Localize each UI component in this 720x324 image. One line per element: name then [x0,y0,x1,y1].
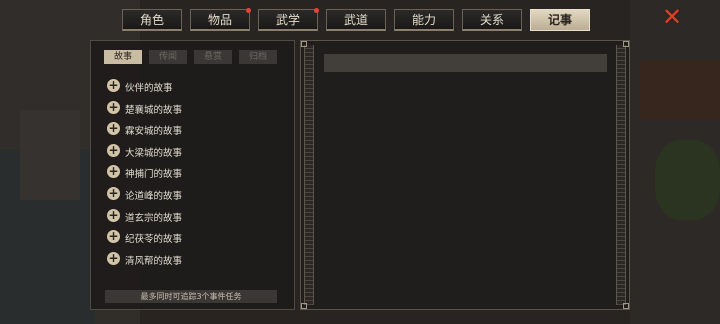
tab-label: 武道 [343,13,368,27]
story-label: 楚襄城的故事 [125,104,183,116]
story-label: 大梁城的故事 [125,147,183,159]
story-label: 伙伴的故事 [125,83,173,94]
tab-label: 角色 [139,13,164,27]
tab-martial-way[interactable]: 武道 [326,9,386,31]
plus-icon: + [107,250,120,265]
tab-role[interactable]: 角色 [122,9,182,31]
story-item[interactable]: + 清风帮的故事 [107,250,267,268]
notification-dot [314,8,319,13]
tab-label: 武学 [275,13,300,27]
plus-icon: + [107,229,120,244]
story-item[interactable]: + 神捕门的故事 [107,165,267,181]
story-item[interactable]: + 大梁城的故事 [107,142,267,160]
tab-relations[interactable]: 关系 [462,9,522,31]
subtab-bounties[interactable]: 悬赏 [194,50,232,64]
story-label: 神捕门的故事 [125,169,183,181]
frame-corner [301,303,307,309]
tab-items[interactable]: 物品 [190,8,251,31]
subtab-stories[interactable]: 故事 [104,50,142,64]
plus-icon: + [107,164,120,179]
notification-dot [246,8,251,13]
story-item[interactable]: + 霖安城的故事 [107,122,267,138]
story-item[interactable]: + 纪茯苓的故事 [107,230,267,246]
plus-icon: + [107,207,120,222]
story-label: 纪茯苓的故事 [125,234,183,246]
plus-icon: + [107,186,120,200]
plus-icon: + [107,78,120,92]
story-item[interactable]: + 伙伴的故事 [107,79,267,95]
decorative-border-left [304,45,314,305]
tab-journal[interactable]: 记事 [530,9,590,31]
tab-label: 物品 [207,13,232,27]
subtab-archive[interactable]: 归档 [239,50,277,64]
plus-icon: + [107,99,120,114]
plus-icon: + [107,121,120,136]
tab-martial-arts[interactable]: 武学 [258,8,319,31]
decorative-border-right [616,45,626,305]
tab-label: 关系 [479,13,504,27]
story-label: 论道峰的故事 [125,191,183,202]
frame-corner [301,41,307,47]
story-detail-header [324,54,607,72]
tracking-limit-note: 最多同时可追踪3个事件任务 [105,290,277,303]
close-button[interactable]: ✕ [660,3,684,31]
story-label: 道玄宗的故事 [125,212,183,224]
tab-label: 能力 [411,13,436,27]
story-label: 霖安城的故事 [125,126,183,138]
subtab-rumors[interactable]: 传闻 [149,50,187,64]
story-item[interactable]: + 楚襄城的故事 [107,99,267,117]
frame-corner [623,41,629,47]
story-label: 清风帮的故事 [125,255,183,267]
frame-corner [623,303,629,309]
story-detail-panel [300,40,630,310]
tab-abilities[interactable]: 能力 [394,9,454,31]
close-x-icon: ✕ [661,3,683,31]
story-item[interactable]: + 论道峰的故事 [107,187,267,203]
story-item[interactable]: + 道玄宗的故事 [107,207,267,225]
tab-label: 记事 [547,13,572,27]
plus-icon: + [107,142,120,157]
story-list-panel: 故事 传闻 悬赏 归档 + 伙伴的故事 + 楚襄城的故事 + 霖安城的故事 + 大梁城的… [90,40,295,310]
